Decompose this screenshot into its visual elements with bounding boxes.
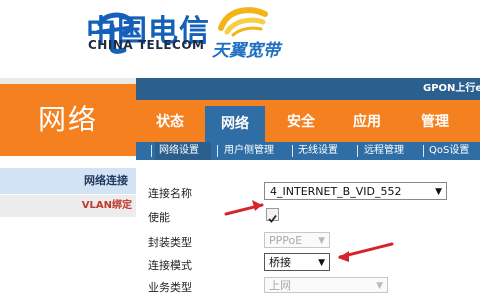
chevron-down-icon: ▼ bbox=[318, 236, 325, 246]
tab-security[interactable]: 安全 bbox=[270, 100, 332, 142]
sub-nav-divider bbox=[423, 145, 424, 157]
enable-checkbox[interactable] bbox=[266, 208, 279, 223]
subnav-remote[interactable]: 远程管理 bbox=[364, 142, 404, 160]
sub-nav-divider bbox=[217, 145, 218, 157]
subnav-qos[interactable]: QoS设置 bbox=[429, 142, 469, 160]
service-type-select[interactable]: 上网 ▼ bbox=[264, 277, 388, 293]
tab-network[interactable]: 网络 bbox=[205, 106, 265, 142]
chevron-down-icon: ▼ bbox=[435, 187, 442, 197]
tianyi-brand: 天翼宽带 bbox=[212, 41, 280, 61]
service-type-value: 上网 bbox=[269, 279, 291, 292]
subnav-network-settings[interactable]: 网络设置 bbox=[159, 142, 199, 160]
sub-nav-divider bbox=[292, 145, 293, 157]
encapsulation-value: PPPoE bbox=[269, 234, 303, 247]
tianyi-logo bbox=[218, 7, 268, 37]
connection-mode-select[interactable]: 桥接 ▼ bbox=[264, 253, 330, 271]
connection-name-select[interactable]: 4_INTERNET_B_VID_552 ▼ bbox=[264, 182, 447, 200]
connection-mode-value: 桥接 bbox=[269, 256, 291, 269]
left-gap bbox=[0, 156, 136, 166]
chevron-down-icon: ▼ bbox=[318, 258, 325, 268]
tab-status[interactable]: 状态 bbox=[141, 100, 199, 142]
encap-label: 封装类型 bbox=[148, 236, 192, 249]
encapsulation-select[interactable]: PPPoE ▼ bbox=[264, 232, 330, 248]
conn-name-label: 连接名称 bbox=[148, 187, 192, 200]
service-label: 业务类型 bbox=[148, 281, 192, 294]
mode-label: 连接模式 bbox=[148, 259, 192, 272]
section-title: 网络 bbox=[37, 103, 98, 136]
sidebar-item-label[interactable]: VLAN绑定 bbox=[0, 195, 132, 217]
tab-management[interactable]: 管理 bbox=[404, 100, 466, 142]
sub-nav-divider bbox=[357, 145, 358, 157]
check-icon bbox=[268, 214, 277, 223]
sub-nav-divider bbox=[151, 145, 152, 157]
brand-en: CHINA TELECOM bbox=[88, 38, 205, 52]
connection-name-value: 4_INTERNET_B_VID_552 bbox=[270, 185, 402, 198]
tab-application[interactable]: 应用 bbox=[336, 100, 398, 142]
uplink-status: GPON上行e bbox=[423, 83, 480, 94]
subnav-user-side[interactable]: 用户侧管理 bbox=[224, 142, 274, 160]
subnav-wireless[interactable]: 无线设置 bbox=[298, 142, 338, 160]
enable-label: 使能 bbox=[148, 211, 170, 224]
sidebar-item-label[interactable]: 网络连接 bbox=[0, 168, 128, 194]
chevron-down-icon: ▼ bbox=[376, 281, 383, 291]
